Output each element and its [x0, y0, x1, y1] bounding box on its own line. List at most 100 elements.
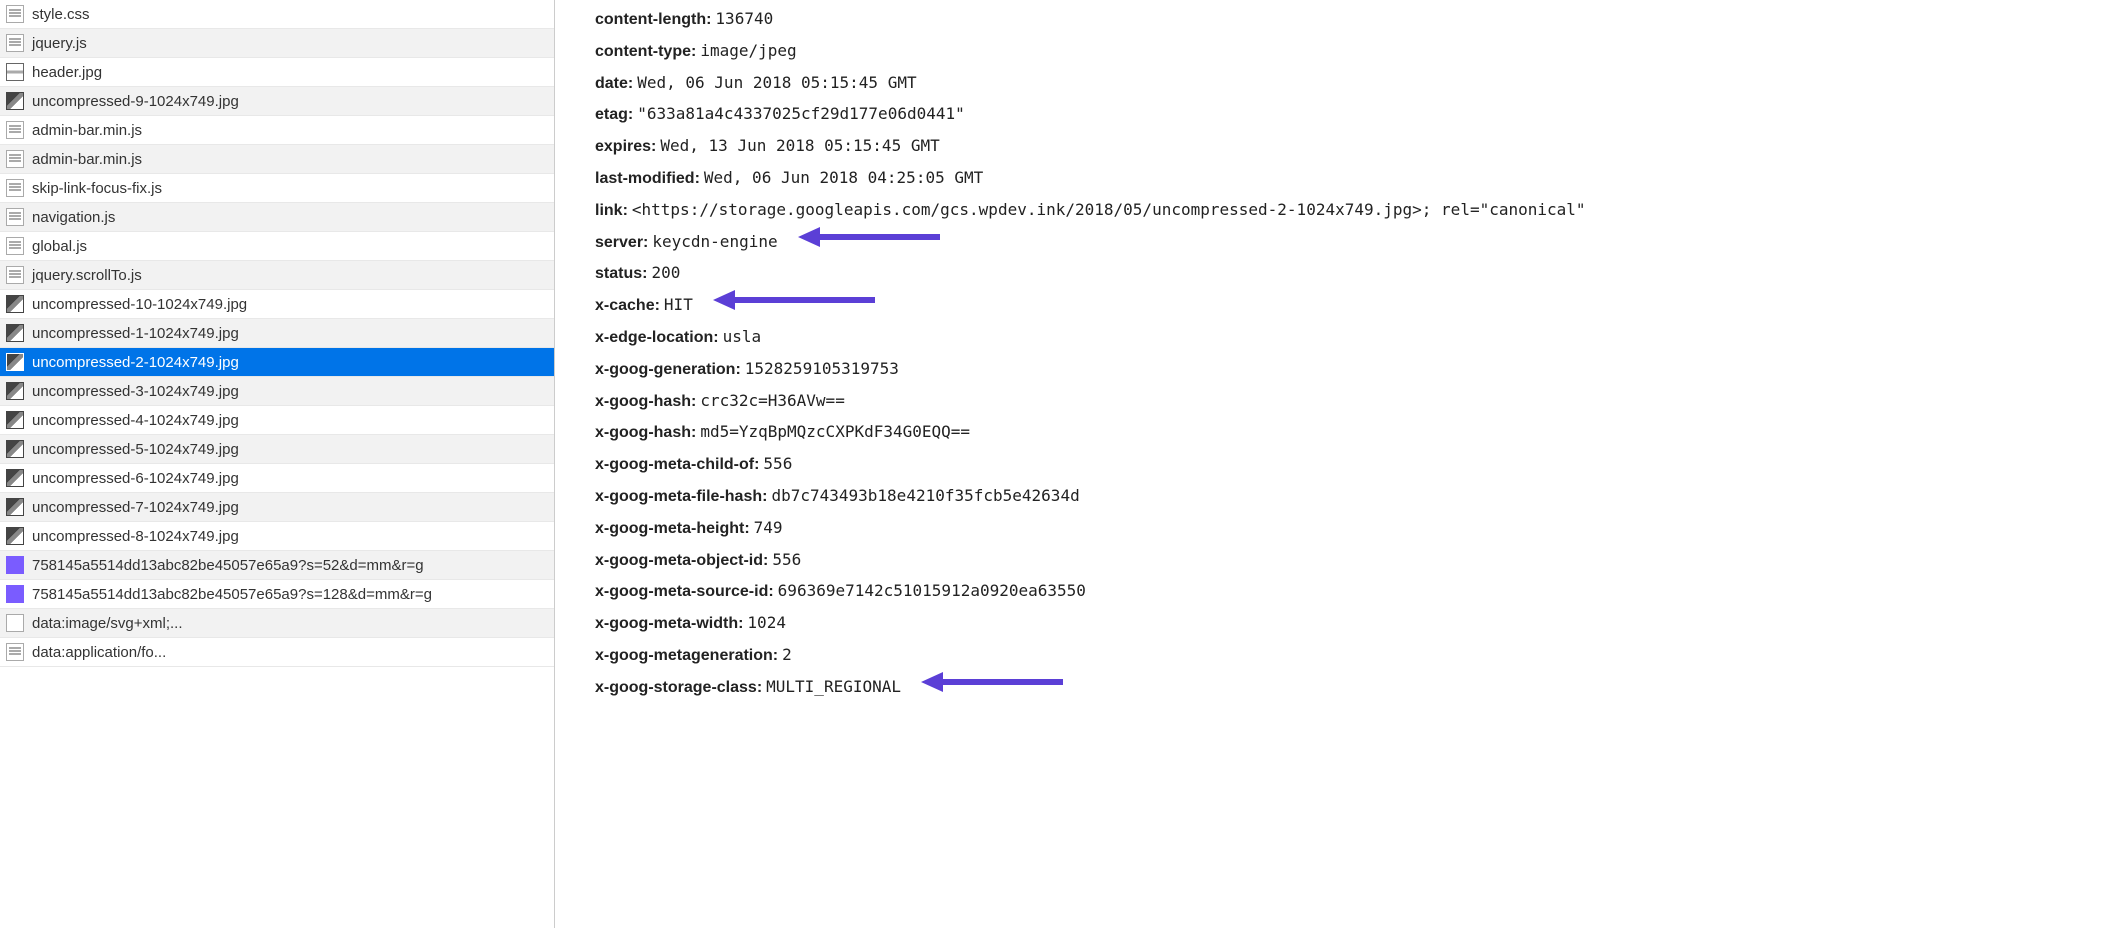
header-value: 1528259105319753: [745, 359, 899, 378]
request-row[interactable]: 758145a5514dd13abc82be45057e65a9?s=52&d=…: [0, 551, 554, 580]
network-requests-panel[interactable]: style.css jquery.js header.jpg uncompressed…: [0, 0, 555, 928]
header-value: 200: [651, 263, 680, 282]
header-value: image/jpeg: [700, 41, 796, 60]
svg-file-icon: [6, 556, 24, 574]
request-row[interactable]: style.css: [0, 0, 554, 29]
header-row: x-goog-meta-file-hash:db7c743493b18e4210…: [595, 481, 2088, 513]
header-value: MULTI_REGIONAL: [766, 677, 901, 696]
header-key: status:: [595, 265, 647, 282]
header-row: content-type:image/jpeg: [595, 36, 2088, 68]
image-file-icon: [6, 295, 24, 313]
request-row[interactable]: admin-bar.min.js: [0, 116, 554, 145]
script-file-icon: [6, 208, 24, 226]
script-file-icon: [6, 34, 24, 52]
request-name: navigation.js: [32, 209, 115, 226]
header-row: x-goog-meta-width:1024: [595, 608, 2088, 640]
header-value: 696369e7142c51015912a0920ea63550: [778, 581, 1086, 600]
request-name: jquery.scrollTo.js: [32, 267, 142, 284]
header-key: content-length:: [595, 11, 711, 28]
header-row: last-modified:Wed, 06 Jun 2018 04:25:05 …: [595, 163, 2088, 195]
request-row[interactable]: admin-bar.min.js: [0, 145, 554, 174]
request-name: data:application/fo...: [32, 644, 166, 661]
script-file-icon: [6, 643, 24, 661]
header-row: status:200: [595, 258, 2088, 290]
header-row: x-goog-metageneration:2: [595, 640, 2088, 672]
header-key: x-goog-meta-child-of:: [595, 456, 759, 473]
request-name: uncompressed-5-1024x749.jpg: [32, 441, 239, 458]
image-file-icon: [6, 324, 24, 342]
header-key: x-edge-location:: [595, 329, 719, 346]
request-row[interactable]: uncompressed-2-1024x749.jpg: [0, 348, 554, 377]
header-key: x-goog-hash:: [595, 424, 696, 441]
header-value: md5=YzqBpMQzcCXPKdF34G0EQQ==: [700, 422, 970, 441]
request-name: uncompressed-6-1024x749.jpg: [32, 470, 239, 487]
script-file-icon: [6, 237, 24, 255]
request-name: uncompressed-9-1024x749.jpg: [32, 93, 239, 110]
header-row: x-goog-meta-source-id:696369e7142c510159…: [595, 576, 2088, 608]
header-key: x-goog-meta-file-hash:: [595, 488, 767, 505]
image-file-icon: [6, 498, 24, 516]
request-name: style.css: [32, 6, 90, 23]
request-row[interactable]: uncompressed-10-1024x749.jpg: [0, 290, 554, 319]
header-key: x-goog-meta-height:: [595, 520, 750, 537]
header-row: link:<https://storage.googleapis.com/gcs…: [595, 195, 2088, 227]
request-row[interactable]: data:image/svg+xml;...: [0, 609, 554, 638]
header-row: x-goog-meta-object-id:556: [595, 545, 2088, 577]
svg-file-icon: [6, 585, 24, 603]
request-row[interactable]: 758145a5514dd13abc82be45057e65a9?s=128&d…: [0, 580, 554, 609]
header-key: content-type:: [595, 43, 696, 60]
header-key: x-goog-hash:: [595, 393, 696, 410]
request-name: uncompressed-8-1024x749.jpg: [32, 528, 239, 545]
header-key: x-goog-meta-source-id:: [595, 583, 774, 600]
header-row: date:Wed, 06 Jun 2018 05:15:45 GMT: [595, 68, 2088, 100]
request-row[interactable]: global.js: [0, 232, 554, 261]
request-row[interactable]: uncompressed-7-1024x749.jpg: [0, 493, 554, 522]
script-file-icon: [6, 5, 24, 23]
request-name: uncompressed-4-1024x749.jpg: [32, 412, 239, 429]
request-row[interactable]: uncompressed-6-1024x749.jpg: [0, 464, 554, 493]
image-file-icon: [6, 92, 24, 110]
header-value: Wed, 06 Jun 2018 04:25:05 GMT: [704, 168, 983, 187]
request-row[interactable]: uncompressed-3-1024x749.jpg: [0, 377, 554, 406]
annotation-arrow-icon: [921, 672, 1063, 692]
header-key: x-goog-metageneration:: [595, 647, 778, 664]
header-row: x-goog-generation:1528259105319753: [595, 354, 2088, 386]
request-row[interactable]: jquery.scrollTo.js: [0, 261, 554, 290]
request-name: data:image/svg+xml;...: [32, 615, 182, 632]
header-key: expires:: [595, 138, 656, 155]
request-list: style.css jquery.js header.jpg uncompressed…: [0, 0, 554, 667]
font-file-icon: [6, 614, 24, 632]
request-name: uncompressed-2-1024x749.jpg: [32, 354, 239, 371]
header-key: x-cache:: [595, 297, 660, 314]
header-key: etag:: [595, 106, 633, 123]
request-name: uncompressed-3-1024x749.jpg: [32, 383, 239, 400]
header-row: x-goog-meta-height:749: [595, 513, 2088, 545]
request-row[interactable]: jquery.js: [0, 29, 554, 58]
request-row[interactable]: uncompressed-9-1024x749.jpg: [0, 87, 554, 116]
header-value: "633a81a4c4337025cf29d177e06d0441": [637, 104, 965, 123]
header-row: x-goog-storage-class:MULTI_REGIONAL: [595, 672, 2088, 704]
header-value: db7c743493b18e4210f35fcb5e42634d: [771, 486, 1079, 505]
request-row[interactable]: uncompressed-1-1024x749.jpg: [0, 319, 554, 348]
request-name: 758145a5514dd13abc82be45057e65a9?s=52&d=…: [32, 557, 424, 574]
request-row[interactable]: data:application/fo...: [0, 638, 554, 667]
image-file-icon: [6, 382, 24, 400]
request-name: global.js: [32, 238, 87, 255]
header-row: x-goog-meta-child-of:556: [595, 449, 2088, 481]
header-key: server:: [595, 234, 648, 251]
request-row[interactable]: uncompressed-5-1024x749.jpg: [0, 435, 554, 464]
request-row[interactable]: skip-link-focus-fix.js: [0, 174, 554, 203]
request-row[interactable]: uncompressed-4-1024x749.jpg: [0, 406, 554, 435]
request-row[interactable]: header.jpg: [0, 58, 554, 87]
script-file-icon: [6, 121, 24, 139]
header-value: HIT: [664, 295, 693, 314]
header-key: date:: [595, 75, 633, 92]
request-row[interactable]: navigation.js: [0, 203, 554, 232]
request-name: header.jpg: [32, 64, 102, 81]
request-row[interactable]: uncompressed-8-1024x749.jpg: [0, 522, 554, 551]
image-file-icon: [6, 411, 24, 429]
image-file-icon: [6, 353, 24, 371]
header-key: x-goog-meta-object-id:: [595, 552, 768, 569]
header-row: etag:"633a81a4c4337025cf29d177e06d0441": [595, 99, 2088, 131]
header-value: 136740: [715, 9, 773, 28]
